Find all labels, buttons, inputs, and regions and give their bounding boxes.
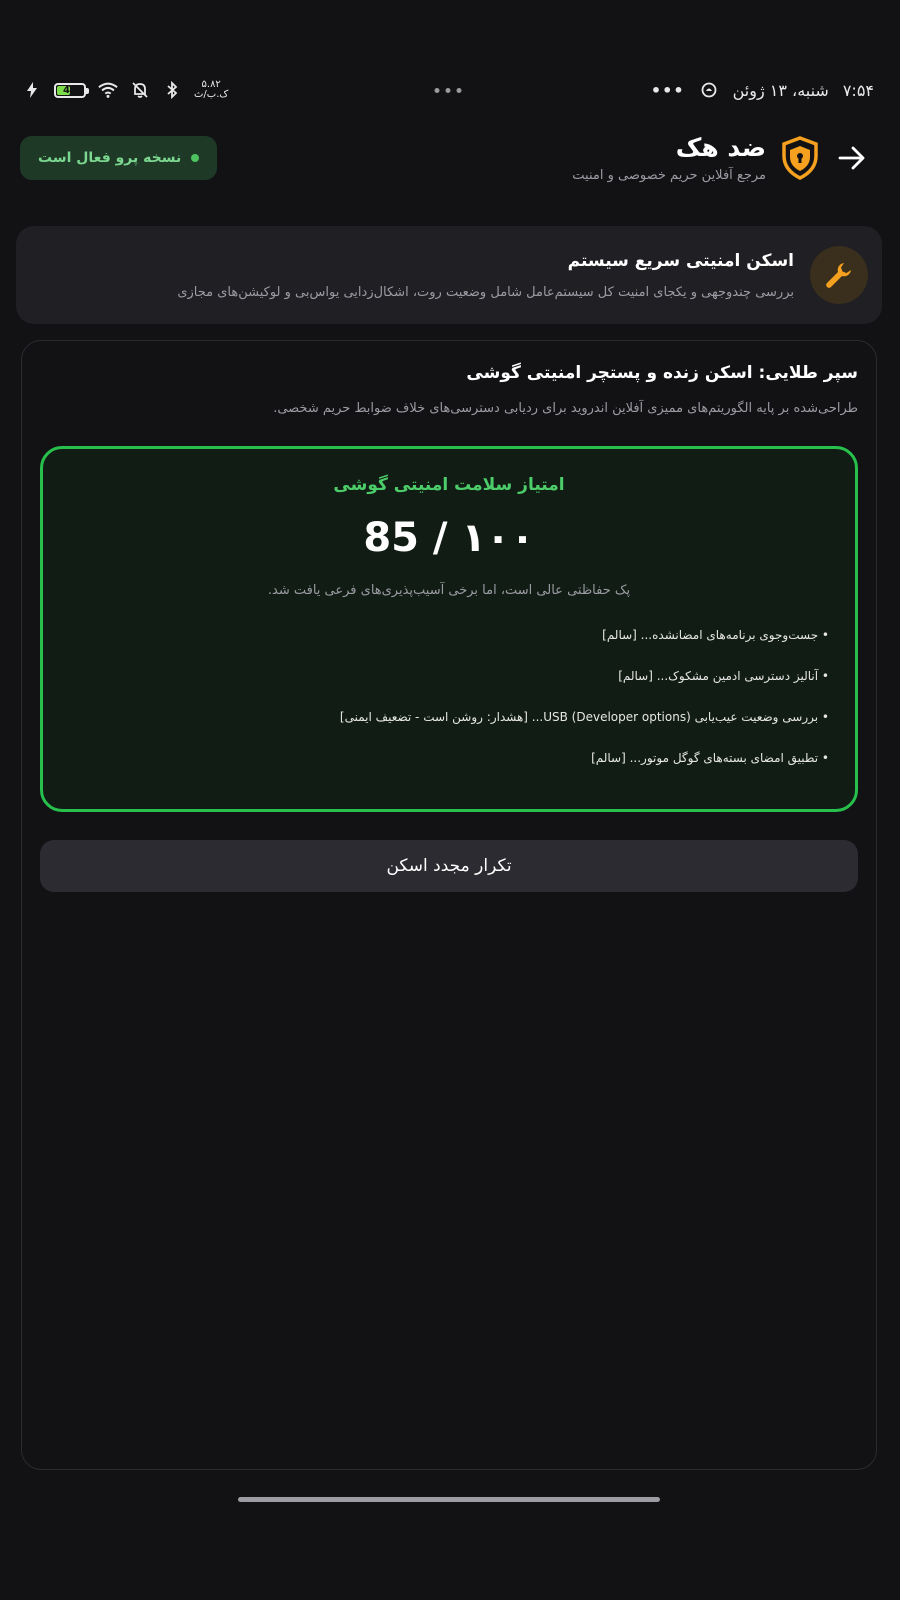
check-list: • جست‌وجوی برنامه‌های امضانشده... [سالم]…	[69, 628, 829, 765]
list-item: • بررسی وضعیت عیب‌یابی USB (Developer op…	[339, 710, 829, 724]
quick-scan-title: اسکن امنیتی سریع سیستم	[567, 250, 794, 271]
score-title: امتیاز سلامت امنیتی گوشی	[333, 475, 565, 495]
posture-title: سپر طلایی: اسکن زنده و پستچر امنیتی گوشی	[466, 363, 858, 383]
rescan-button[interactable]: تکرار مجدد اسکن	[40, 840, 858, 892]
score-value: 85 / ۱۰۰	[363, 515, 535, 561]
app-header: نسخه پرو فعال است ضد هک مرجع آفلاین حریم…	[20, 128, 870, 188]
pro-badge-label: نسخه پرو فعال است	[38, 150, 182, 166]
back-button[interactable]	[834, 140, 870, 176]
health-score-panel: امتیاز سلامت امنیتی گوشی 85 / ۱۰۰ پک حفا…	[40, 446, 858, 812]
charging-icon	[22, 80, 42, 100]
status-time: ۷:۵۴	[842, 80, 874, 100]
list-item: • آنالیز دسترسی ادمین مشکوک... [سالم]	[618, 669, 829, 683]
wrench-icon	[810, 246, 868, 304]
pro-status-badge: نسخه پرو فعال است	[20, 136, 218, 180]
app-notification-icon	[699, 80, 719, 100]
wifi-icon	[98, 80, 118, 100]
quick-scan-description: بررسی چندوجهی و یکجای امنیت کل سیستم‌عام…	[177, 284, 794, 300]
status-bar: 46 ۵.۸۲ ک.ب/ث ۷:۵۴ شنبه، ۱۳ ژوئن •••	[22, 76, 874, 104]
battery-indicator: 46	[54, 82, 89, 98]
bell-muted-icon	[130, 80, 150, 100]
shield-logo-icon	[780, 136, 820, 180]
arrow-right-icon	[838, 146, 865, 170]
multitask-dots-icon	[434, 87, 462, 93]
bluetooth-icon	[162, 80, 182, 100]
status-right: ۷:۵۴ شنبه، ۱۳ ژوئن •••	[651, 80, 874, 100]
list-item: • تطبیق امضای بسته‌های گوگل موتور... [سا…	[591, 751, 829, 765]
status-dot-icon	[191, 154, 200, 162]
home-indicator[interactable]	[238, 1497, 660, 1502]
status-date: شنبه، ۱۳ ژوئن	[732, 80, 829, 100]
list-item: • جست‌وجوی برنامه‌های امضانشده... [سالم]	[602, 628, 829, 642]
more-notifications-icon: •••	[650, 80, 685, 100]
score-note: پک حفاظتی عالی است، اما برخی آسیب‌پذیری‌…	[267, 583, 631, 598]
security-posture-card: سپر طلایی: اسکن زنده و پستچر امنیتی گوشی…	[21, 340, 877, 1470]
posture-description: طراحی‌شده بر پایه الگوریتم‌های ممیزی آفل…	[273, 401, 858, 416]
status-left: 46 ۵.۸۲ ک.ب/ث	[22, 80, 228, 100]
app-title: ضد هک	[675, 133, 766, 162]
quick-scan-card[interactable]: اسکن امنیتی سریع سیستم بررسی چندوجهی و ی…	[16, 226, 882, 324]
network-speed: ۵.۸۲ ک.ب/ث	[194, 79, 229, 100]
app-subtitle: مرجع آفلاین حریم خصوصی و امنیت	[572, 168, 766, 183]
